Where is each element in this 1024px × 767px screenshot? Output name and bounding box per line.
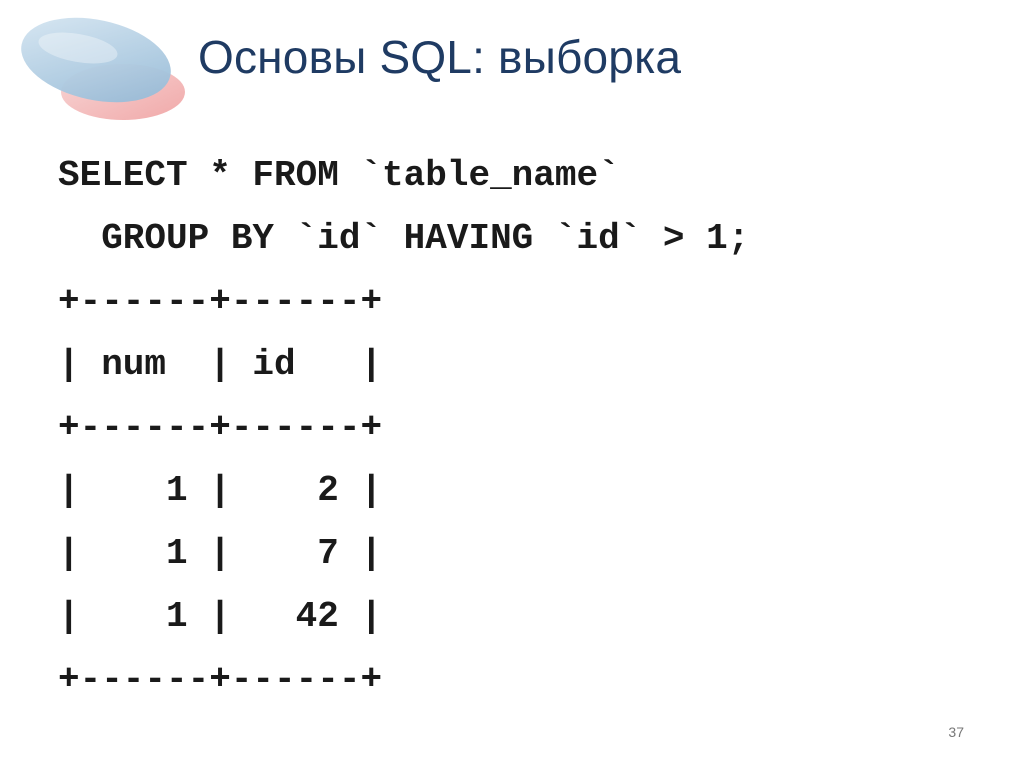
result-table-row: | 1 | 42 | [58,596,383,637]
result-table-border-top: +------+------+ [58,281,383,322]
sql-code-block: SELECT * FROM `table_name` GROUP BY `id`… [58,144,749,711]
slide-number: 37 [948,724,964,740]
sql-select-line: SELECT * FROM `table_name` [58,155,620,196]
result-table-row: | 1 | 7 | [58,533,383,574]
sql-group-by-line: GROUP BY `id` HAVING `id` > 1; [58,218,750,259]
result-table-header-separator: +------+------+ [58,407,383,448]
result-table-header: | num | id | [58,344,383,385]
result-table-row: | 1 | 2 | [58,470,383,511]
slide-title: Основы SQL: выборка [198,31,682,83]
result-table-border-bottom: +------+------+ [58,659,383,700]
decorative-logo-icon [21,17,185,120]
